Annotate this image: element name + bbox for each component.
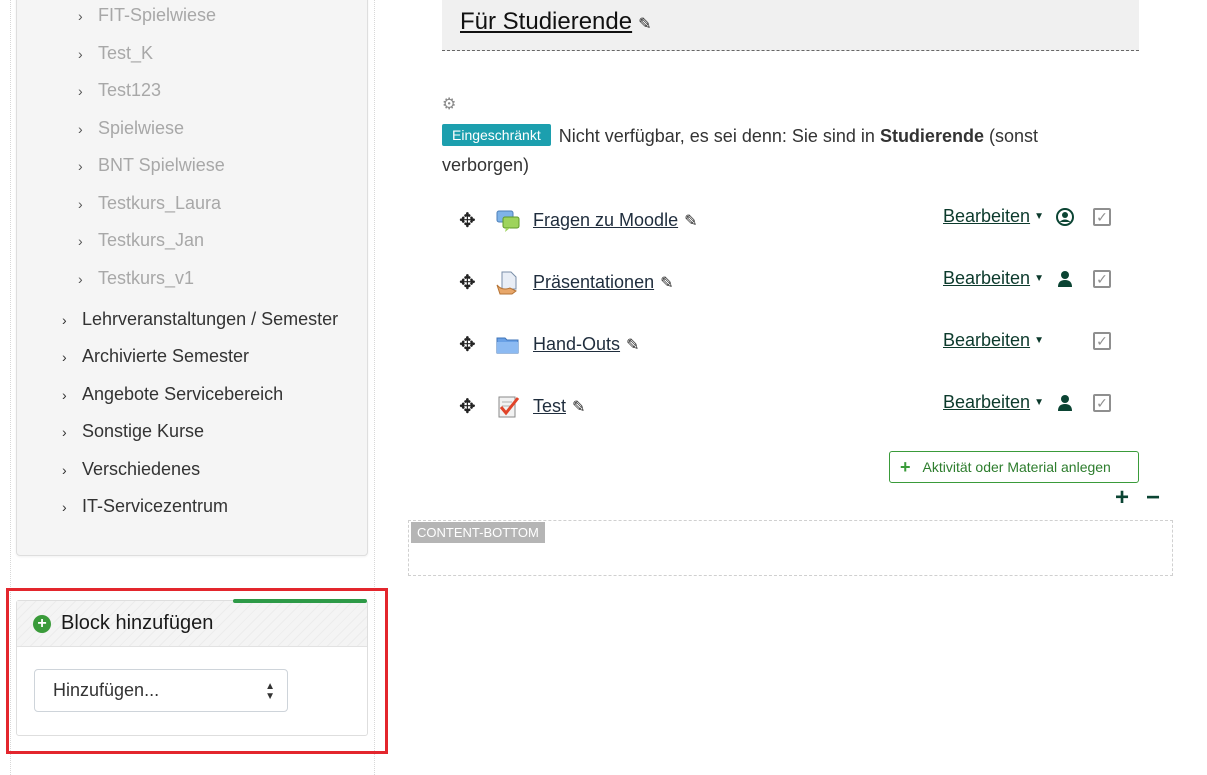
add-block-select[interactable]: Hinzufügen... ▲ ▼ xyxy=(34,669,288,712)
chevron-right-icon: › xyxy=(78,196,83,212)
gear-icon[interactable]: ⚙ xyxy=(442,94,456,114)
chevron-right-icon: › xyxy=(78,46,83,62)
nav-item-it-servicezentrum[interactable]: › IT-Servicezentrum xyxy=(62,495,228,518)
forum-icon xyxy=(496,210,520,232)
plus-circle-icon: + xyxy=(33,614,51,633)
edit-menu[interactable]: Bearbeiten ▼ xyxy=(943,392,1044,413)
chevron-right-icon: › xyxy=(78,233,83,249)
add-section-plus-icon[interactable]: + xyxy=(1115,484,1129,512)
nav-item-fit-spielwiese[interactable]: › FIT-Spielwiese xyxy=(78,4,216,27)
chevron-right-icon: › xyxy=(78,8,83,24)
pencil-icon[interactable]: ✎ xyxy=(660,273,673,293)
select-arrows-icon: ▲ ▼ xyxy=(265,681,275,702)
nav-item-angebote-servicebereich[interactable]: › Angebote Servicebereich xyxy=(62,383,283,406)
chevron-right-icon: › xyxy=(62,349,67,365)
nav-item-lehrveranstaltungen[interactable]: › Lehrveranstaltungen / Semester xyxy=(62,308,338,331)
remove-section-minus-icon[interactable]: − xyxy=(1146,484,1160,512)
nav-item-testkurs-laura[interactable]: › Testkurs_Laura xyxy=(78,192,221,215)
checkbox-icon[interactable]: ✓ xyxy=(1093,208,1111,226)
nav-item-archivierte-semester[interactable]: › Archivierte Semester xyxy=(62,345,249,368)
nav-item-verschiedenes[interactable]: › Verschiedenes xyxy=(62,458,200,481)
file-icon xyxy=(496,271,517,295)
checkbox-icon[interactable]: ✓ xyxy=(1093,270,1111,288)
edit-menu[interactable]: Bearbeiten ▼ xyxy=(943,206,1044,227)
activity-row: ✥ Fragen zu Moodle ✎ Bearbeiten ▼ ✓ xyxy=(442,206,1142,248)
activity-link[interactable]: Präsentationen ✎ xyxy=(533,272,674,293)
nav-item-testkurs-jan[interactable]: › Testkurs_Jan xyxy=(78,229,204,252)
chevron-right-icon: › xyxy=(78,158,83,174)
chevron-right-icon: › xyxy=(78,83,83,99)
pencil-icon[interactable]: ✎ xyxy=(626,335,639,355)
caret-down-icon: ▼ xyxy=(1034,211,1044,222)
block-accent-bar xyxy=(233,599,367,603)
restriction-badge: Eingeschränkt xyxy=(442,124,551,146)
checkbox-icon[interactable]: ✓ xyxy=(1093,394,1111,412)
content-bottom-label: CONTENT-BOTTOM xyxy=(411,522,545,543)
user-circle-icon[interactable] xyxy=(1056,208,1074,231)
caret-down-icon: ▼ xyxy=(1034,335,1044,346)
caret-down-icon: ▼ xyxy=(1034,397,1044,408)
restriction-text: Nicht verfügbar, es sei denn: Sie sind i… xyxy=(558,126,875,146)
activity-link[interactable]: Fragen zu Moodle ✎ xyxy=(533,210,698,231)
move-icon[interactable]: ✥ xyxy=(459,270,476,295)
chevron-right-icon: › xyxy=(78,271,83,287)
restriction-info: Eingeschränkt Nicht verfügbar, es sei de… xyxy=(442,121,1082,180)
move-icon[interactable]: ✥ xyxy=(459,208,476,233)
section-title[interactable]: Für Studierende ✎ xyxy=(460,8,652,36)
chevron-right-icon: › xyxy=(62,462,67,478)
activity-link[interactable]: Hand-Outs ✎ xyxy=(533,334,639,355)
nav-item-bnt-spielwiese[interactable]: › BNT Spielwiese xyxy=(78,154,225,177)
pencil-icon[interactable]: ✎ xyxy=(638,14,651,34)
chevron-right-icon: › xyxy=(62,312,67,328)
add-block-card: + Block hinzufügen Hinzufügen... ▲ ▼ xyxy=(16,599,368,736)
add-block-title: Block hinzufügen xyxy=(61,612,214,634)
nav-item-spielwiese[interactable]: › Spielwiese xyxy=(78,117,184,140)
activity-row: ✥ Hand-Outs ✎ Bearbeiten ▼ ✓ xyxy=(442,330,1142,372)
nav-item-test-k[interactable]: › Test_K xyxy=(78,42,153,65)
move-icon[interactable]: ✥ xyxy=(459,394,476,419)
chevron-right-icon: › xyxy=(62,499,67,515)
edit-menu[interactable]: Bearbeiten ▼ xyxy=(943,330,1044,351)
chevron-right-icon: › xyxy=(62,387,67,403)
edit-menu[interactable]: Bearbeiten ▼ xyxy=(943,268,1044,289)
restriction-group: Studierende xyxy=(879,126,984,146)
pencil-icon[interactable]: ✎ xyxy=(684,211,697,231)
add-activity-button[interactable]: + Aktivität oder Material anlegen xyxy=(889,451,1139,483)
content-bottom-region: CONTENT-BOTTOM xyxy=(408,520,1173,576)
quiz-icon xyxy=(498,396,520,418)
plus-icon: + xyxy=(900,457,911,477)
user-icon[interactable] xyxy=(1056,394,1074,417)
section-header: Für Studierende ✎ xyxy=(442,0,1139,51)
chevron-right-icon: › xyxy=(62,424,67,440)
add-block-select-value: Hinzufügen... xyxy=(53,680,160,700)
nav-item-testkurs-v1[interactable]: › Testkurs_v1 xyxy=(78,267,194,290)
activity-row: ✥ Präsentationen ✎ Bearbeiten ▼ ✓ xyxy=(442,268,1142,310)
folder-icon xyxy=(496,337,519,354)
caret-down-icon: ▼ xyxy=(1034,273,1044,284)
checkbox-icon[interactable]: ✓ xyxy=(1093,332,1111,350)
activity-row: ✥ Test ✎ Bearbeiten ▼ ✓ xyxy=(442,392,1142,434)
user-icon[interactable] xyxy=(1056,270,1074,293)
add-block-header: + Block hinzufügen xyxy=(17,601,367,647)
chevron-right-icon: › xyxy=(78,121,83,137)
activity-link[interactable]: Test ✎ xyxy=(533,396,585,417)
nav-item-sonstige-kurse[interactable]: › Sonstige Kurse xyxy=(62,420,204,443)
nav-item-test123[interactable]: › Test123 xyxy=(78,79,161,102)
move-icon[interactable]: ✥ xyxy=(459,332,476,357)
pencil-icon[interactable]: ✎ xyxy=(572,397,585,417)
